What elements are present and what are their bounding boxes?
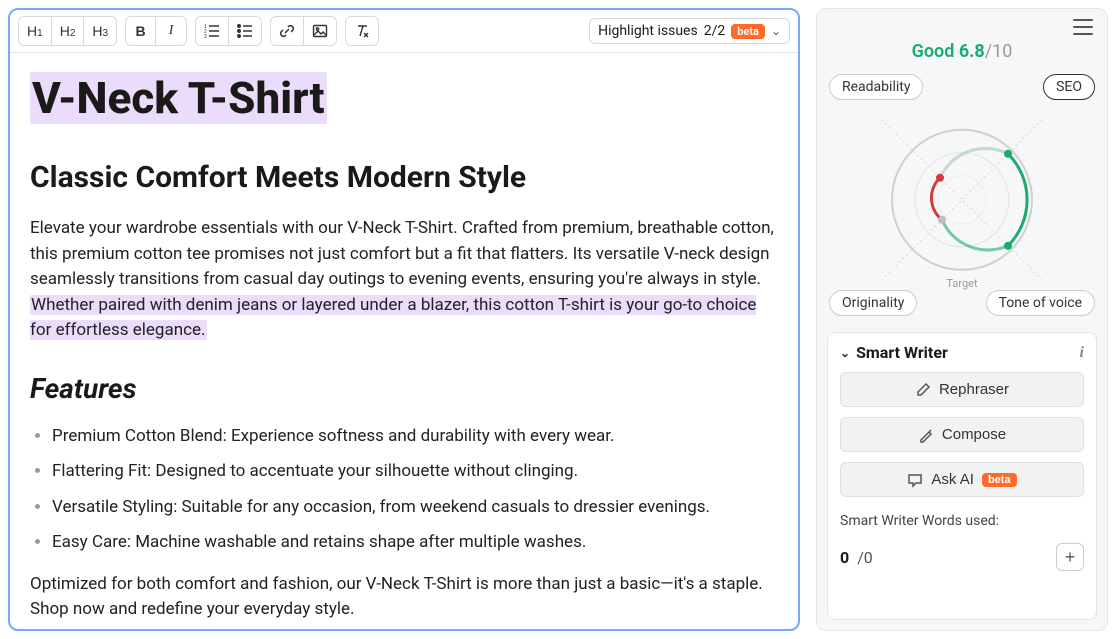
h3-button[interactable]: H3 (84, 17, 116, 45)
radar-svg (877, 115, 1047, 285)
beta-badge: beta (731, 24, 765, 39)
score-value: 6.8 (959, 41, 985, 62)
compose-icon (918, 427, 934, 443)
metric-readability[interactable]: Readability (829, 74, 923, 100)
doc-subtitle: Classic Comfort Meets Modern Style (30, 155, 778, 200)
beta-badge: beta (982, 473, 1017, 487)
chevron-down-icon: ⌄ (840, 346, 850, 360)
unordered-list-button[interactable] (229, 17, 261, 45)
chevron-down-icon: ⌄ (771, 24, 781, 38)
clear-format-button[interactable] (346, 17, 378, 45)
format-group: B I (125, 16, 187, 46)
ordered-list-button[interactable]: 123 (196, 17, 229, 45)
link-icon (279, 23, 295, 39)
doc-outro-paragraph: Optimized for both comfort and fashion, … (30, 572, 778, 623)
menu-icon[interactable] (1073, 19, 1093, 35)
list-item: Versatile Styling: Suitable for any occa… (52, 495, 778, 521)
list-item: Premium Cotton Blend: Experience softnes… (52, 424, 778, 450)
list-item: Easy Care: Machine washable and retains … (52, 530, 778, 556)
link-button[interactable] (271, 17, 304, 45)
intro-plain: Elevate your wardrobe essentials with ou… (30, 218, 774, 289)
image-icon (312, 23, 328, 39)
score-label: Good (912, 41, 955, 62)
words-max: /0 (857, 548, 873, 567)
highlight-issues-label: Highlight issues (598, 23, 698, 39)
highlight-issues-count: 2/2 (704, 23, 726, 39)
h1-button[interactable]: H1 (19, 17, 52, 45)
sidebar: Good 6.8/10 Readability (816, 8, 1108, 631)
unordered-list-icon (237, 23, 253, 39)
words-used-value: 0 (840, 548, 849, 567)
editor-panel: H1 H2 H3 B I 123 (8, 8, 800, 631)
clear-group (345, 16, 379, 46)
toolbar: H1 H2 H3 B I 123 (10, 10, 798, 53)
score-max: /10 (985, 41, 1013, 62)
ask-ai-button[interactable]: Ask AI beta (840, 462, 1084, 497)
score-display: Good 6.8/10 (817, 41, 1107, 62)
intro-highlighted: Whether paired with denim jeans or layer… (30, 295, 756, 341)
ordered-list-icon: 123 (204, 23, 220, 39)
insert-group (270, 16, 337, 46)
metric-tone-of-voice[interactable]: Tone of voice (986, 290, 1095, 316)
editor-content[interactable]: V-Neck T-Shirt Classic Comfort Meets Mod… (10, 53, 798, 629)
rephraser-icon (915, 382, 931, 398)
target-label: Target (946, 277, 977, 290)
svg-text:3: 3 (204, 34, 207, 39)
words-used-label: Smart Writer Words used: (840, 513, 1084, 529)
ask-ai-icon (907, 472, 923, 488)
features-list: Premium Cotton Blend: Experience softnes… (30, 424, 778, 556)
smart-writer-panel: ⌄ Smart Writer i Rephraser Compose Ask A… (827, 332, 1097, 620)
smart-writer-title: Smart Writer (856, 343, 948, 362)
rephraser-button[interactable]: Rephraser (840, 372, 1084, 407)
image-button[interactable] (304, 17, 336, 45)
compose-button[interactable]: Compose (840, 417, 1084, 452)
doc-intro-paragraph: Elevate your wardrobe essentials with ou… (30, 216, 778, 344)
heading-group: H1 H2 H3 (18, 16, 117, 46)
metric-originality[interactable]: Originality (829, 290, 917, 316)
clear-format-icon (354, 23, 370, 39)
italic-button[interactable]: I (156, 17, 186, 45)
radar-chart: Readability SEO Originality Tone of voic… (817, 68, 1107, 318)
highlight-issues-dropdown[interactable]: Highlight issues 2/2 beta ⌄ (589, 18, 790, 44)
list-group: 123 (195, 16, 262, 46)
add-words-button[interactable]: + (1056, 543, 1084, 571)
smart-writer-header[interactable]: ⌄ Smart Writer i (840, 343, 1084, 362)
h2-button[interactable]: H2 (52, 17, 85, 45)
info-icon[interactable]: i (1080, 344, 1084, 362)
bold-button[interactable]: B (126, 17, 156, 45)
features-heading: Features (30, 368, 778, 410)
words-used-row: 0/0 + (840, 543, 1084, 571)
doc-title: V-Neck T-Shirt (30, 72, 327, 124)
list-item: Flattering Fit: Designed to accentuate y… (52, 459, 778, 485)
metric-seo[interactable]: SEO (1043, 74, 1095, 100)
